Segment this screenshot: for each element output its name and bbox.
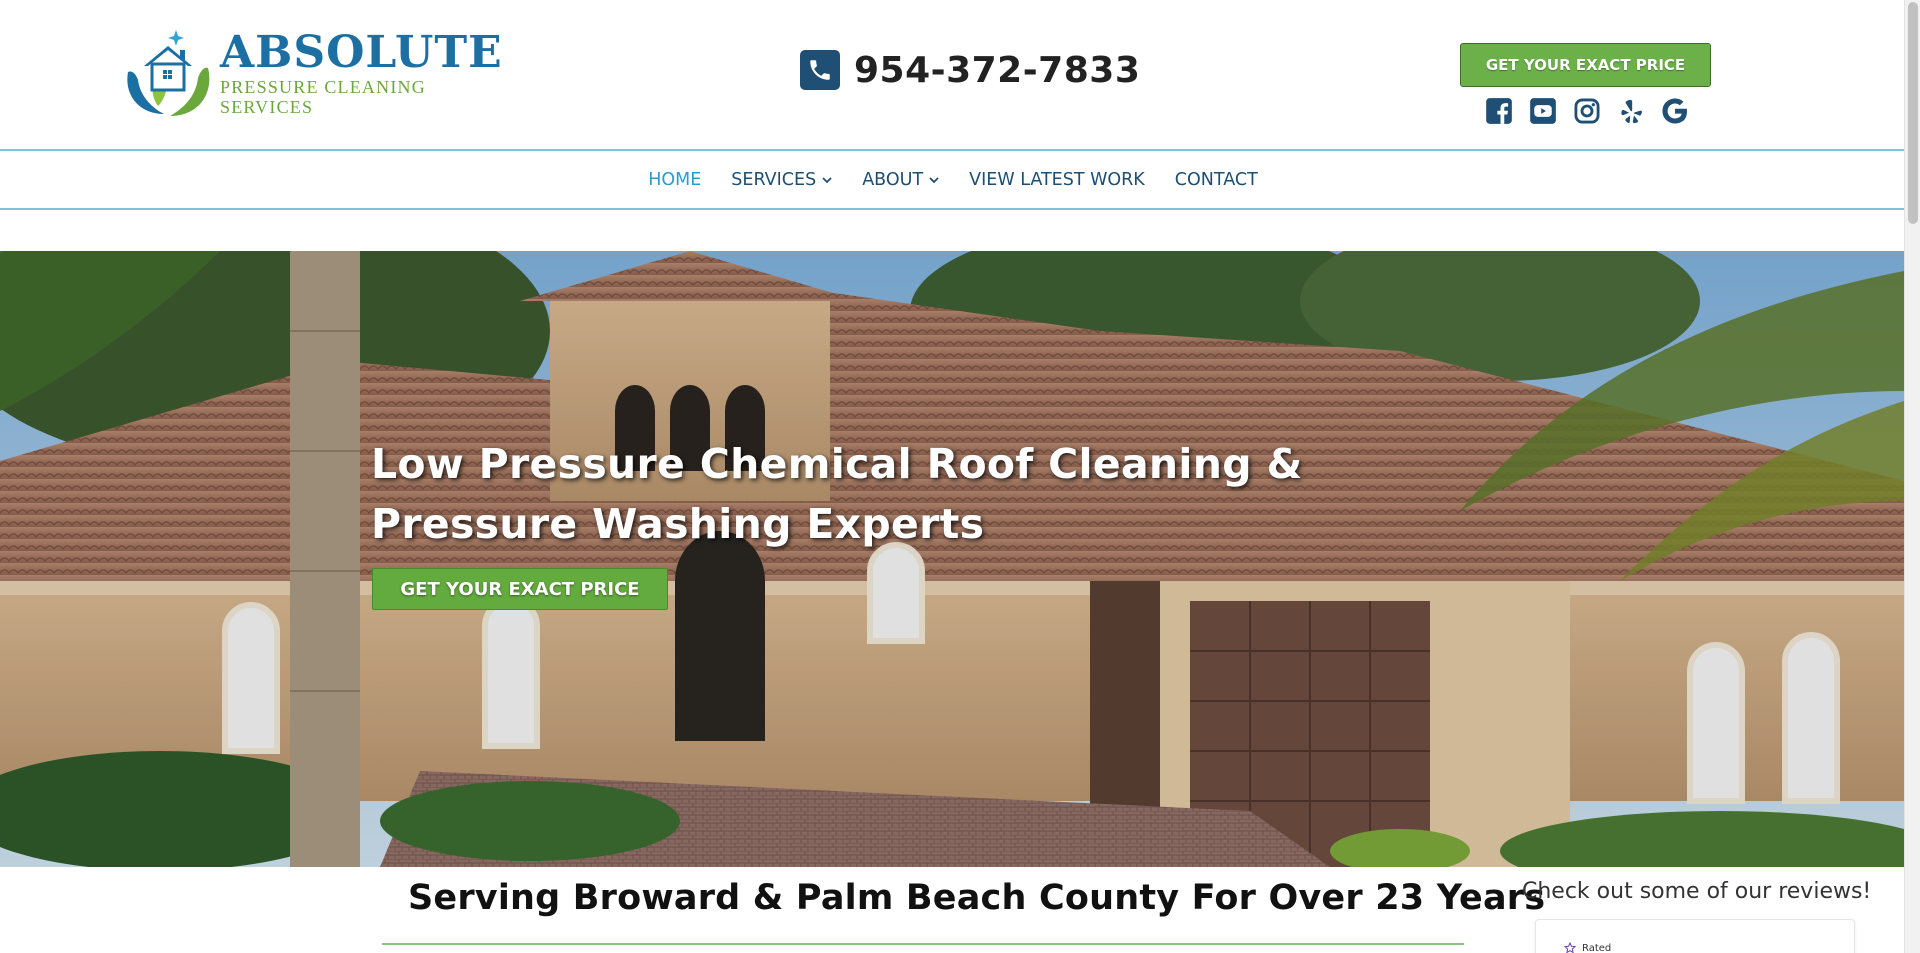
reviews-widget[interactable]: Rated xyxy=(1535,919,1855,953)
nav-item-label: ABOUT xyxy=(862,169,924,190)
site-header: ABSOLUTE PRESSURE CLEANING SERVICES 954-… xyxy=(0,0,1904,150)
phone-icon xyxy=(800,50,840,90)
nav-item-view-latest-work[interactable]: VIEW LATEST WORK xyxy=(954,170,1160,190)
nav-item-services[interactable]: SERVICES xyxy=(716,170,847,190)
header-phone[interactable]: 954-372-7833 xyxy=(800,48,1140,92)
instagram-icon[interactable] xyxy=(1571,95,1602,126)
hero-house-photo xyxy=(0,251,1904,867)
google-icon[interactable] xyxy=(1659,95,1690,126)
hero-title: Low Pressure Chemical Roof Cleaning & Pr… xyxy=(371,440,1303,548)
serving-heading: Serving Broward & Palm Beach County For … xyxy=(408,878,1546,918)
nav-item-about[interactable]: ABOUT xyxy=(847,170,954,190)
get-exact-price-button-header[interactable]: GET YOUR EXACT PRICE xyxy=(1460,43,1711,87)
site-logo[interactable]: ABSOLUTE PRESSURE CLEANING SERVICES xyxy=(118,28,514,120)
logo-wordmark: ABSOLUTE PRESSURE CLEANING SERVICES xyxy=(220,27,514,118)
rated-label: Rated xyxy=(1582,942,1612,953)
phone-number[interactable]: 954-372-7833 xyxy=(854,50,1140,91)
youtube-icon[interactable] xyxy=(1527,95,1558,126)
nav-item-label: SERVICES xyxy=(731,169,817,190)
hero-banner: Low Pressure Chemical Roof Cleaning & Pr… xyxy=(0,251,1904,867)
chevron-down-icon xyxy=(822,176,832,183)
page-scrollbar[interactable] xyxy=(1904,0,1920,953)
nav-item-home[interactable]: HOME xyxy=(633,170,716,190)
logo-name: ABSOLUTE xyxy=(220,27,503,78)
star-outline-icon xyxy=(1564,942,1576,953)
social-links xyxy=(1483,95,1690,126)
nav-item-label: HOME xyxy=(648,169,702,190)
divider xyxy=(382,943,1464,945)
review-rated: Rated xyxy=(1564,942,1611,953)
facebook-icon[interactable] xyxy=(1483,95,1514,126)
get-exact-price-button-hero[interactable]: GET YOUR EXACT PRICE xyxy=(372,568,668,610)
reviews-heading: Check out some of our reviews! xyxy=(1522,879,1872,904)
chevron-down-icon xyxy=(929,176,939,183)
main-navigation: HOME SERVICES ABOUT VIEW LATEST WORK CON… xyxy=(0,149,1904,210)
logo-subtitle: PRESSURE CLEANING SERVICES xyxy=(220,77,426,117)
yelp-icon[interactable] xyxy=(1615,95,1646,126)
nav-item-contact[interactable]: CONTACT xyxy=(1160,170,1273,190)
nav-item-label: VIEW LATEST WORK xyxy=(969,169,1145,190)
scrollbar-thumb[interactable] xyxy=(1908,2,1918,224)
nav-item-label: CONTACT xyxy=(1174,169,1258,190)
logo-house-hands-icon xyxy=(118,28,216,120)
